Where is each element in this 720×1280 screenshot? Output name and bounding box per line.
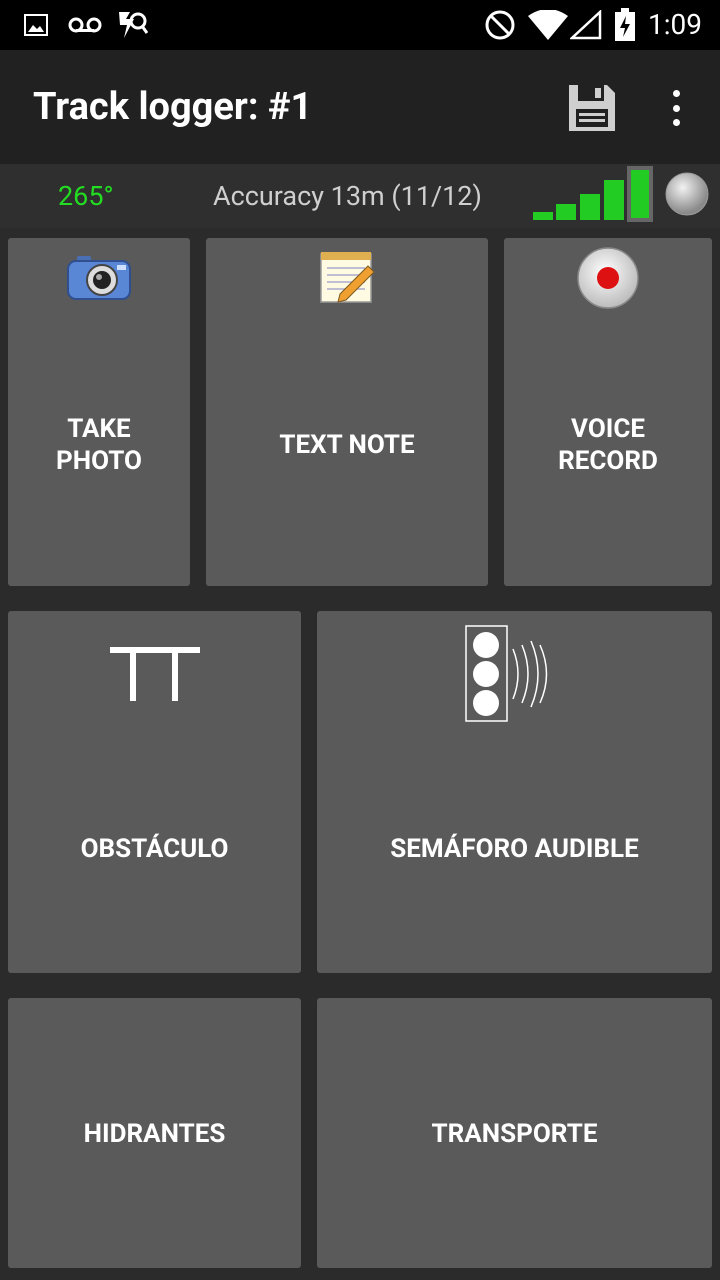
obstaculo-label: OBSTÁCULO bbox=[80, 834, 229, 864]
take-photo-label: TAKE PHOTO bbox=[56, 414, 142, 476]
camera-icon bbox=[67, 254, 131, 306]
cell-signal-icon bbox=[570, 0, 602, 50]
transporte-button[interactable]: TRANSPORTE bbox=[317, 998, 712, 1268]
record-icon bbox=[576, 246, 640, 314]
page-title: Track logger: #1 bbox=[33, 85, 313, 129]
app-bar: Track logger: #1 bbox=[0, 50, 720, 164]
audible-traffic-light-icon bbox=[465, 625, 565, 727]
text-note-button[interactable]: TEXT NOTE bbox=[206, 238, 488, 586]
obstacle-icon bbox=[110, 647, 200, 707]
notepad-icon bbox=[318, 248, 378, 310]
semaforo-audible-label: SEMÁFORO AUDIBLE bbox=[390, 834, 639, 864]
gps-signal-icon bbox=[531, 166, 655, 228]
save-icon[interactable] bbox=[567, 83, 617, 133]
voicemail-icon bbox=[68, 0, 102, 50]
take-photo-button[interactable]: TAKE PHOTO bbox=[8, 238, 190, 586]
voice-record-label: VOICE RECORD bbox=[558, 414, 658, 476]
more-vert-icon[interactable] bbox=[660, 86, 692, 130]
do-not-disturb-icon bbox=[484, 0, 516, 50]
semaforo-audible-button[interactable]: SEMÁFORO AUDIBLE bbox=[317, 611, 712, 973]
status-bar: 1:09 bbox=[0, 0, 720, 50]
hidrantes-label: HIDRANTES bbox=[83, 1119, 226, 1149]
voice-record-button[interactable]: VOICE RECORD bbox=[504, 238, 712, 586]
clock: 1:09 bbox=[648, 8, 702, 41]
obstaculo-button[interactable]: OBSTÁCULO bbox=[8, 611, 301, 973]
app-notification-icon bbox=[116, 0, 150, 50]
wifi-icon bbox=[528, 0, 568, 50]
heading-value: 265° bbox=[58, 180, 114, 212]
accuracy-text: Accuracy 13m (11/12) bbox=[213, 180, 482, 212]
battery-charging-icon bbox=[614, 0, 636, 50]
image-icon bbox=[24, 0, 48, 50]
transporte-label: TRANSPORTE bbox=[431, 1119, 598, 1149]
text-note-label: TEXT NOTE bbox=[279, 430, 415, 460]
status-indicator-icon bbox=[664, 171, 710, 217]
hidrantes-button[interactable]: HIDRANTES bbox=[8, 998, 301, 1268]
